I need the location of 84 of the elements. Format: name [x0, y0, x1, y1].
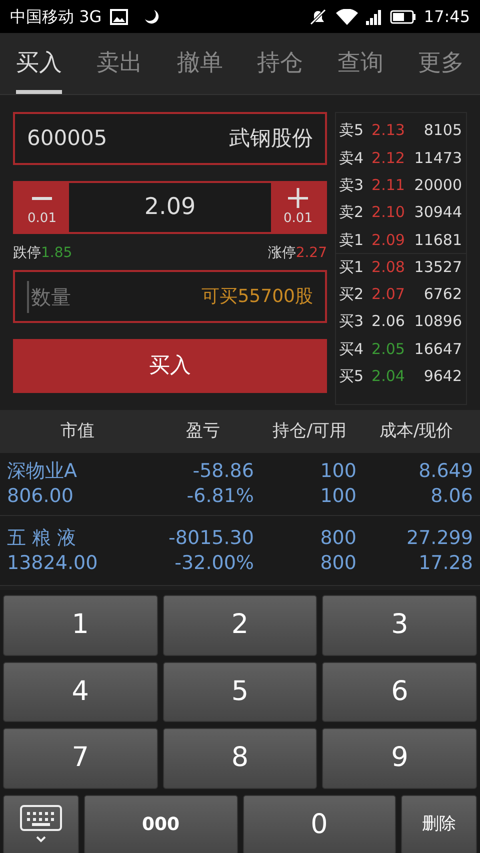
column-header: 盈亏: [186, 420, 220, 441]
order-price: 2.10: [372, 202, 405, 224]
column-header: 持仓/可用: [272, 420, 346, 441]
order-price: 2.04: [372, 366, 405, 388]
order-price: 2.12: [372, 148, 405, 169]
column-header: 成本/现价: [379, 420, 454, 441]
table-cell: -58.86: [192, 459, 254, 484]
key-button[interactable]: 6: [322, 662, 477, 722]
tab[interactable]: 买入: [16, 38, 62, 94]
order-price: 2.09: [372, 230, 405, 251]
table-cell: 17.28: [418, 551, 473, 576]
order-level-label: 卖4: [339, 148, 364, 169]
table-cell: 五 粮 液: [7, 526, 76, 551]
order-volume: 13527: [414, 257, 462, 278]
table-cell: -6.81%: [186, 484, 254, 509]
order-price: 2.08: [372, 257, 405, 278]
key-button[interactable]: 9: [322, 728, 477, 788]
order-volume: 16647: [414, 338, 462, 360]
order-level-label: 买3: [339, 311, 364, 332]
table-cell: 27.299: [406, 526, 473, 551]
quantity-field[interactable]: 数量: [27, 280, 147, 312]
table-cell: 8.06: [430, 484, 473, 509]
table-cell: 100: [320, 459, 356, 484]
key-button[interactable]: 4: [3, 662, 158, 722]
key-button[interactable]: 0: [242, 794, 396, 853]
order-volume: 10896: [414, 311, 462, 332]
table-cell: -32.00%: [174, 551, 254, 576]
table-cell: 800: [320, 551, 356, 576]
table-cell: 13824.00: [7, 551, 98, 576]
order-volume: 11681: [414, 230, 462, 251]
order-level-label: 买1: [339, 257, 364, 278]
limit-up-label: 涨停2.27: [268, 244, 327, 263]
key-button[interactable]: 7: [3, 728, 158, 788]
order-level-label: 买2: [339, 284, 364, 306]
stock-code: 600005: [27, 124, 108, 152]
key-button[interactable]: 000: [84, 794, 238, 853]
table-cell: -8015.30: [168, 526, 254, 551]
plus-icon: [287, 186, 309, 209]
minus-icon: [32, 196, 52, 200]
tab[interactable]: 查询: [338, 38, 384, 94]
key-button[interactable]: 1: [3, 595, 158, 656]
order-price: 2.06: [372, 311, 405, 332]
stock-code-field[interactable]: 600005 武钢股份: [13, 112, 327, 165]
order-volume: 20000: [414, 174, 462, 196]
clock-label: 17:45: [424, 6, 470, 28]
order-price: 2.07: [372, 284, 405, 306]
buy-button[interactable]: 买入: [13, 339, 327, 393]
price-value: 2.09: [144, 193, 196, 222]
hide-keyboard-button[interactable]: [3, 794, 79, 853]
tab[interactable]: 更多: [418, 38, 464, 94]
stock-name: 武钢股份: [229, 124, 313, 152]
table-cell: 100: [320, 484, 356, 509]
key-button[interactable]: 2: [162, 595, 318, 656]
tab[interactable]: 卖出: [96, 38, 142, 94]
order-volume: 30944: [414, 202, 462, 224]
order-level-label: 卖3: [339, 174, 364, 196]
carrier-label: 中国移动 3G: [10, 6, 102, 28]
table-cell: 800: [320, 526, 356, 551]
order-price: 2.11: [372, 174, 405, 196]
available-label: 可买55700股: [202, 285, 313, 309]
delete-button[interactable]: 删除: [401, 794, 477, 853]
key-button[interactable]: 5: [162, 662, 318, 722]
order-volume: 9642: [424, 366, 462, 388]
order-price: 2.13: [372, 120, 405, 142]
table-cell: 806.00: [7, 484, 74, 509]
table-cell: 8.649: [418, 459, 473, 484]
order-level-label: 卖5: [339, 120, 364, 142]
order-level-label: 买5: [339, 366, 364, 388]
minus-button[interactable]: 0.01: [15, 183, 69, 232]
order-volume: 8105: [424, 120, 462, 142]
plus-button[interactable]: 0.01: [271, 183, 325, 232]
key-button[interactable]: 3: [322, 595, 477, 656]
order-price: 2.05: [372, 338, 405, 360]
order-volume: 11473: [414, 148, 462, 169]
table-cell: 深物业A: [7, 459, 77, 484]
column-header: 市值: [60, 420, 95, 441]
tab[interactable]: 持仓: [257, 38, 304, 94]
tab[interactable]: 撤单: [176, 38, 223, 94]
order-level-label: 卖1: [339, 230, 364, 251]
order-level-label: 买4: [339, 338, 364, 360]
order-level-label: 卖2: [339, 202, 364, 224]
key-button[interactable]: 8: [162, 728, 318, 788]
order-volume: 6762: [424, 284, 462, 306]
limit-down-label: 跌停1.85: [13, 244, 72, 263]
